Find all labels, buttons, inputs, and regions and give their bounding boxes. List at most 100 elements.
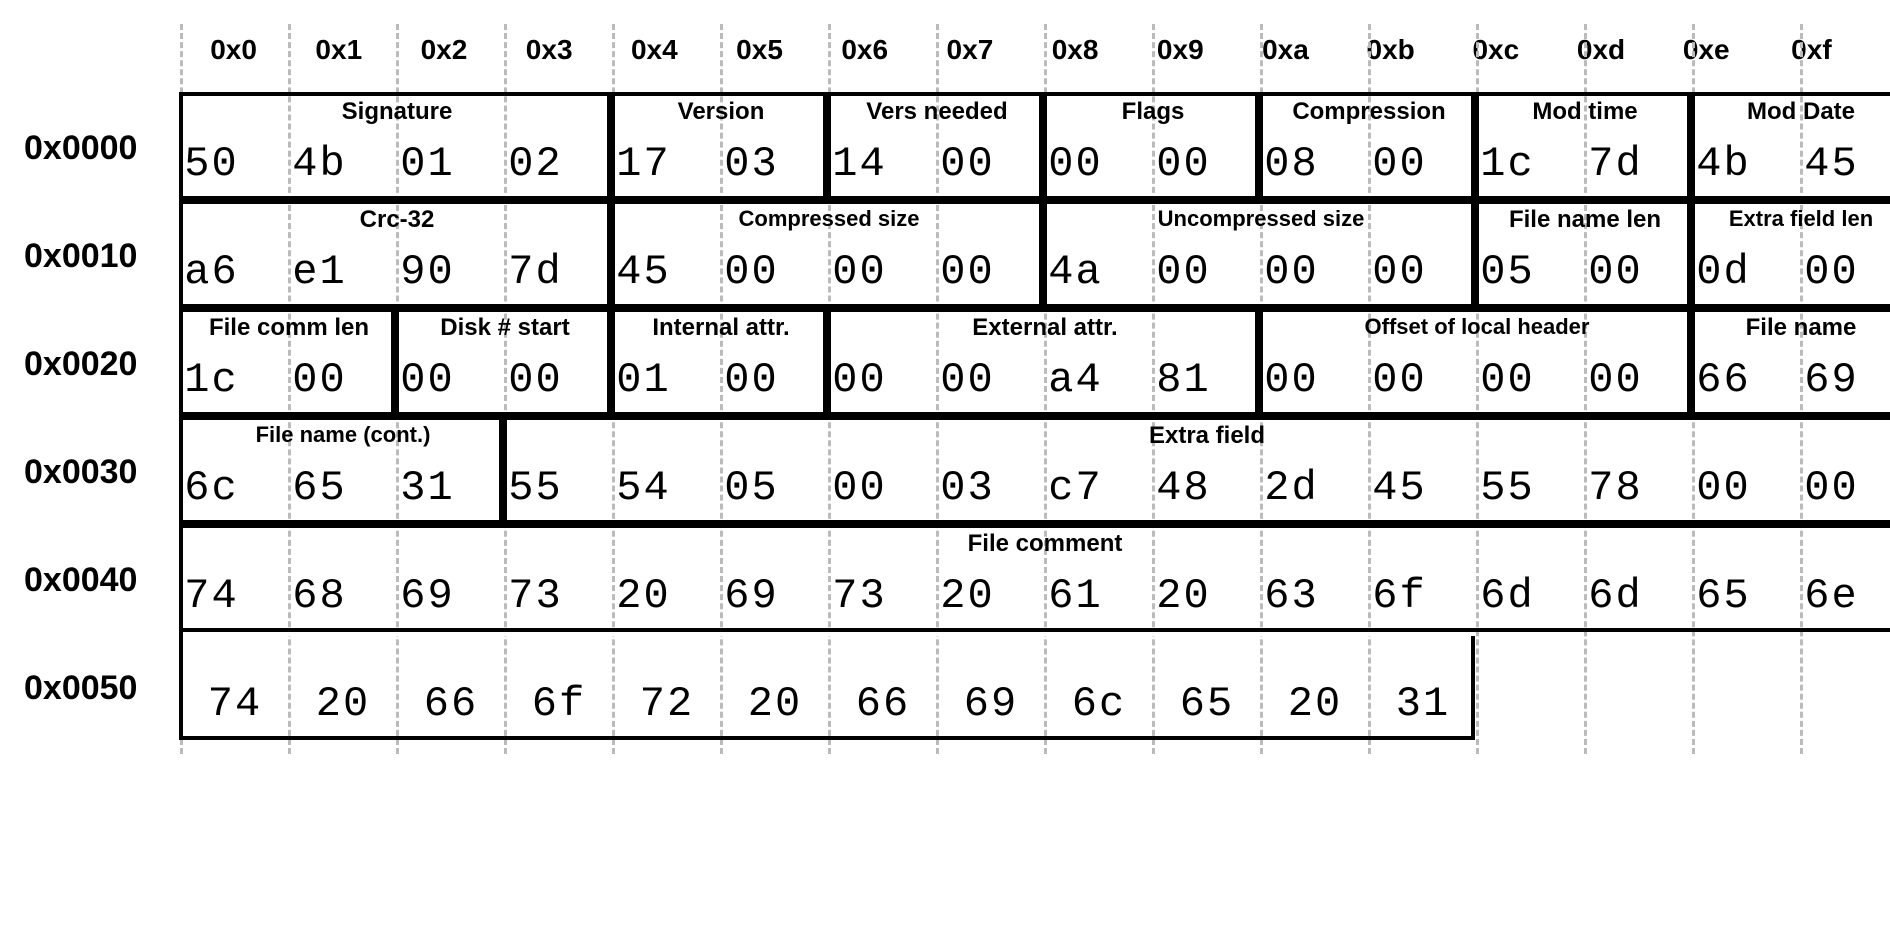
byte-cell: 6f <box>1345 526 1453 634</box>
byte-row: 6c65315554050003c7482d4555780000 <box>157 418 1885 526</box>
byte-cell: 4b <box>1669 94 1777 202</box>
byte-cell: 20 <box>1261 634 1369 742</box>
byte-cell: 00 <box>805 202 913 310</box>
byte-cell: 00 <box>913 310 1021 418</box>
byte-cell: 81 <box>1129 310 1237 418</box>
byte-cell: 00 <box>1345 94 1453 202</box>
row-offset: 0x0030 <box>24 418 157 526</box>
byte-cell: 0d <box>1669 202 1777 310</box>
byte-cell: a6 <box>157 202 265 310</box>
byte-cell: 00 <box>697 202 805 310</box>
byte-cell: 69 <box>697 526 805 634</box>
byte-cell: 00 <box>1129 202 1237 310</box>
hex-row: 0x0000504b010217031400000008001c7d4b45 <box>24 94 1864 202</box>
byte-cell: 66 <box>1669 310 1777 418</box>
byte-cell: 45 <box>1777 94 1885 202</box>
col-header: 0x7 <box>917 24 1022 94</box>
byte-cell: 68 <box>265 526 373 634</box>
byte-cell: 00 <box>697 310 805 418</box>
byte-cell: 02 <box>481 94 589 202</box>
col-header: 0xe <box>1654 24 1759 94</box>
col-header: 0x2 <box>391 24 496 94</box>
byte-cell: 63 <box>1237 526 1345 634</box>
byte-cell: 72 <box>613 634 721 742</box>
byte-cell: 20 <box>913 526 1021 634</box>
byte-cell: 00 <box>913 202 1021 310</box>
col-header: 0xd <box>1548 24 1653 94</box>
row-offset: 0x0050 <box>24 634 181 742</box>
byte-cell: 31 <box>373 418 481 526</box>
byte-cell: 54 <box>589 418 697 526</box>
byte-cell: 6c <box>157 418 265 526</box>
byte-cell: 6d <box>1453 526 1561 634</box>
byte-cell: 00 <box>373 310 481 418</box>
row-offset: 0x0040 <box>24 526 157 634</box>
byte-cell: 1c <box>157 310 265 418</box>
byte-cell: 73 <box>481 526 589 634</box>
byte-cell: e1 <box>265 202 373 310</box>
byte-cell: 55 <box>1453 418 1561 526</box>
col-header: 0xa <box>1233 24 1338 94</box>
byte-cell: 4b <box>265 94 373 202</box>
byte-cell: 2d <box>1237 418 1345 526</box>
byte-cell: 00 <box>1021 94 1129 202</box>
byte-cell: 69 <box>1777 310 1885 418</box>
byte-cell: 78 <box>1561 418 1669 526</box>
byte-cell: 31 <box>1369 634 1477 742</box>
byte-cell: 00 <box>1561 310 1669 418</box>
byte-cell: 74 <box>181 634 289 742</box>
byte-cell: 61 <box>1021 526 1129 634</box>
col-header: 0x1 <box>286 24 391 94</box>
byte-cell: 20 <box>1129 526 1237 634</box>
byte-cell: a4 <box>1021 310 1129 418</box>
byte-cell: 05 <box>1453 202 1561 310</box>
byte-cell: 00 <box>481 310 589 418</box>
byte-cell: 69 <box>937 634 1045 742</box>
byte-cell: 00 <box>1237 310 1345 418</box>
byte-cell: 20 <box>721 634 829 742</box>
byte-cell: 6f <box>505 634 613 742</box>
byte-cell: 03 <box>697 94 805 202</box>
byte-cell: 00 <box>1777 418 1885 526</box>
byte-cell: 6c <box>1045 634 1153 742</box>
col-header: 0x5 <box>707 24 812 94</box>
byte-cell: c7 <box>1021 418 1129 526</box>
byte-cell: 7d <box>1561 94 1669 202</box>
byte-row: 7420666f722066696c652031 <box>181 634 1477 742</box>
byte-row: 74686973206973206120636f6d6d656e <box>157 526 1885 634</box>
byte-cell: 69 <box>373 526 481 634</box>
byte-cell: 65 <box>1153 634 1261 742</box>
col-header: 0x4 <box>602 24 707 94</box>
col-header: 0x6 <box>812 24 917 94</box>
col-header: 0x0 <box>181 24 286 94</box>
hex-row: 0x0010a6e1907d450000004a00000005000d00 <box>24 202 1864 310</box>
byte-cell: 03 <box>913 418 1021 526</box>
byte-cell: 65 <box>265 418 373 526</box>
byte-cell: 00 <box>805 310 913 418</box>
byte-cell: 50 <box>157 94 265 202</box>
byte-cell: 00 <box>1777 202 1885 310</box>
byte-cell: 45 <box>1345 418 1453 526</box>
col-header: 0xf <box>1759 24 1864 94</box>
byte-cell: 90 <box>373 202 481 310</box>
row-offset: 0x0000 <box>24 94 157 202</box>
col-header: 0x9 <box>1128 24 1233 94</box>
byte-cell: 00 <box>1453 310 1561 418</box>
column-headers: 0x00x10x20x30x40x50x60x70x80x90xa0xb0xc0… <box>181 24 1864 94</box>
byte-cell: 00 <box>1561 202 1669 310</box>
hex-row: 0x00507420666f722066696c652031 <box>24 634 1864 742</box>
col-header: 0xc <box>1443 24 1548 94</box>
byte-cell: 6e <box>1777 526 1885 634</box>
byte-row: a6e1907d450000004a00000005000d00 <box>157 202 1885 310</box>
byte-cell: 17 <box>589 94 697 202</box>
byte-cell: 6d <box>1561 526 1669 634</box>
byte-cell: 1c <box>1453 94 1561 202</box>
byte-cell: 20 <box>289 634 397 742</box>
byte-cell: 66 <box>829 634 937 742</box>
byte-cell: 00 <box>1669 418 1777 526</box>
byte-cell: 65 <box>1669 526 1777 634</box>
byte-cell: 14 <box>805 94 913 202</box>
row-offset: 0x0010 <box>24 202 157 310</box>
byte-cell: 01 <box>373 94 481 202</box>
col-header: 0x3 <box>497 24 602 94</box>
